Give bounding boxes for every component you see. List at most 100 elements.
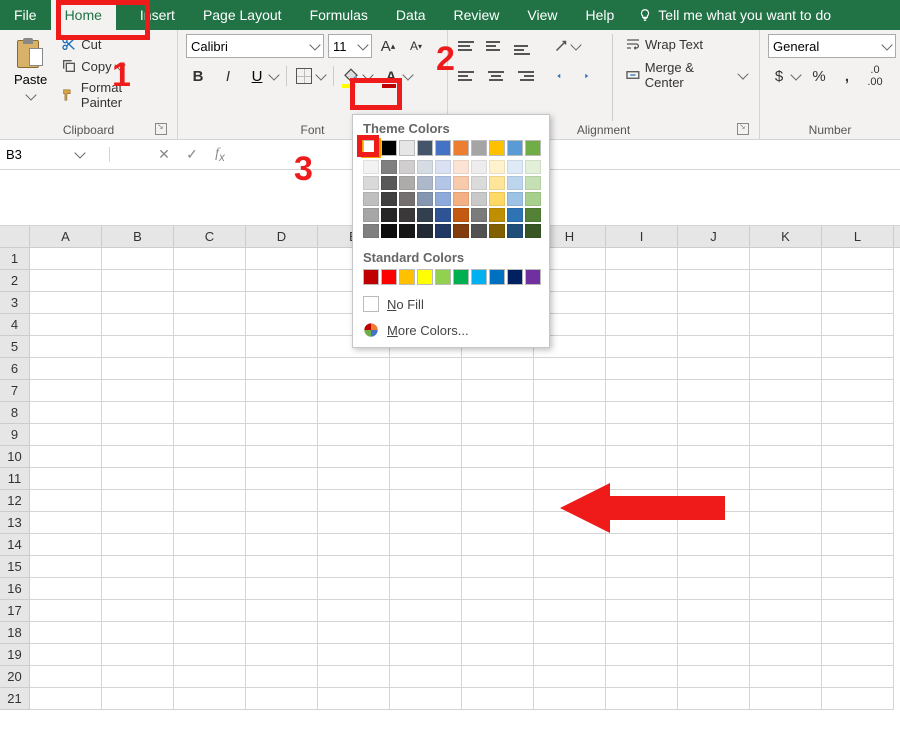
cell[interactable] — [174, 534, 246, 556]
cell[interactable] — [390, 468, 462, 490]
cell[interactable] — [750, 402, 822, 424]
cell[interactable] — [606, 402, 678, 424]
cell[interactable] — [534, 556, 606, 578]
cell[interactable] — [822, 688, 894, 710]
cell[interactable] — [822, 314, 894, 336]
decrease-font-size-button[interactable]: A▾ — [404, 34, 428, 58]
tab-view[interactable]: View — [513, 0, 571, 30]
tab-review[interactable]: Review — [440, 0, 514, 30]
color-swatch[interactable] — [435, 269, 451, 285]
cell[interactable] — [390, 424, 462, 446]
cell[interactable] — [750, 534, 822, 556]
cell[interactable] — [822, 644, 894, 666]
row-header[interactable]: 21 — [0, 688, 30, 710]
cell[interactable] — [174, 600, 246, 622]
cell[interactable] — [174, 402, 246, 424]
cell[interactable] — [174, 666, 246, 688]
cell[interactable] — [750, 688, 822, 710]
cell[interactable] — [678, 644, 750, 666]
cell[interactable] — [318, 556, 390, 578]
cell[interactable] — [102, 336, 174, 358]
color-swatch[interactable] — [525, 176, 541, 190]
number-format-combo[interactable]: General — [768, 34, 896, 58]
cell[interactable] — [246, 248, 318, 270]
cell[interactable] — [102, 270, 174, 292]
color-swatch[interactable] — [471, 140, 487, 156]
color-swatch[interactable] — [507, 192, 523, 206]
cell[interactable] — [678, 622, 750, 644]
cell[interactable] — [462, 644, 534, 666]
column-header[interactable]: A — [30, 226, 102, 247]
align-right-button[interactable] — [512, 64, 536, 88]
row-header[interactable]: 13 — [0, 512, 30, 534]
cell[interactable] — [678, 512, 750, 534]
color-swatch[interactable] — [507, 269, 523, 285]
cell[interactable] — [750, 512, 822, 534]
cell[interactable] — [174, 688, 246, 710]
cell[interactable] — [246, 666, 318, 688]
cell[interactable] — [318, 666, 390, 688]
cell[interactable] — [606, 446, 678, 468]
chevron-down-icon[interactable] — [74, 147, 85, 158]
cell[interactable] — [750, 248, 822, 270]
cell[interactable] — [246, 446, 318, 468]
align-center-button[interactable] — [484, 64, 508, 88]
cell[interactable] — [750, 468, 822, 490]
font-color-button[interactable]: A — [380, 64, 414, 88]
cell[interactable] — [750, 292, 822, 314]
color-swatch[interactable] — [453, 160, 469, 174]
color-swatch[interactable] — [417, 160, 433, 174]
no-fill-item[interactable]: No Fill — [353, 291, 549, 317]
cell[interactable] — [102, 534, 174, 556]
cell[interactable] — [30, 512, 102, 534]
cell[interactable] — [246, 336, 318, 358]
cell[interactable] — [246, 292, 318, 314]
cell[interactable] — [246, 314, 318, 336]
cell[interactable] — [174, 380, 246, 402]
align-left-button[interactable] — [456, 64, 480, 88]
cell[interactable] — [30, 402, 102, 424]
column-header[interactable]: I — [606, 226, 678, 247]
column-header[interactable]: K — [750, 226, 822, 247]
color-swatch[interactable] — [489, 192, 505, 206]
cell[interactable] — [750, 644, 822, 666]
color-swatch[interactable] — [363, 192, 379, 206]
cell[interactable] — [390, 600, 462, 622]
cell[interactable] — [822, 666, 894, 688]
color-swatch[interactable] — [471, 208, 487, 222]
cell[interactable] — [750, 270, 822, 292]
cell[interactable] — [102, 578, 174, 600]
name-box[interactable] — [0, 147, 110, 162]
column-header[interactable]: J — [678, 226, 750, 247]
cell[interactable] — [30, 380, 102, 402]
cell[interactable] — [102, 512, 174, 534]
color-swatch[interactable] — [453, 192, 469, 206]
color-swatch[interactable] — [471, 224, 487, 238]
cell[interactable] — [30, 556, 102, 578]
color-swatch[interactable] — [363, 176, 379, 190]
cell[interactable] — [750, 446, 822, 468]
underline-button[interactable]: U — [246, 64, 280, 88]
cell[interactable] — [390, 446, 462, 468]
color-swatch[interactable] — [363, 140, 379, 156]
color-swatch[interactable] — [399, 269, 415, 285]
cell[interactable] — [462, 534, 534, 556]
cell[interactable] — [174, 644, 246, 666]
cell[interactable] — [30, 600, 102, 622]
tell-me-search[interactable]: Tell me what you want to do — [638, 0, 831, 30]
color-swatch[interactable] — [525, 192, 541, 206]
cell[interactable] — [534, 446, 606, 468]
cell[interactable] — [174, 622, 246, 644]
color-swatch[interactable] — [381, 160, 397, 174]
cell[interactable] — [174, 270, 246, 292]
color-swatch[interactable] — [435, 140, 451, 156]
cell[interactable] — [750, 666, 822, 688]
cell[interactable] — [102, 556, 174, 578]
cell[interactable] — [750, 556, 822, 578]
percent-button[interactable]: % — [808, 68, 830, 85]
insert-function-button[interactable]: fx — [206, 146, 234, 164]
cell[interactable] — [102, 314, 174, 336]
color-swatch[interactable] — [489, 208, 505, 222]
tab-file[interactable]: File — [0, 0, 51, 30]
color-swatch[interactable] — [525, 140, 541, 156]
